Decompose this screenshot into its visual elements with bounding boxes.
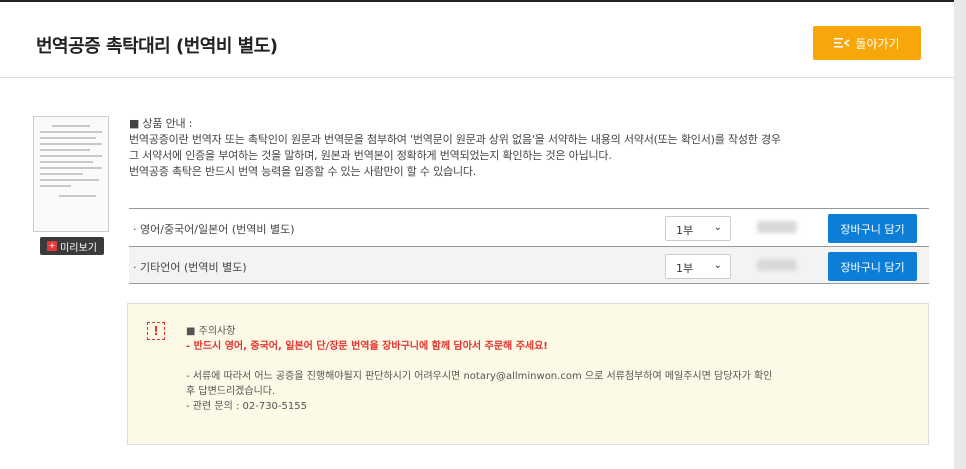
- back-button-label: 돌아가기: [855, 36, 900, 51]
- quantity-select[interactable]: 1부 ⌄: [665, 216, 731, 241]
- product-name: · 기타언어 (번역비 별도): [133, 261, 247, 274]
- notice-line: 후 답변드리겠습니다.: [186, 386, 276, 397]
- page-header: 번역공증 촉탁대리 (번역비 별도) 돌아가기: [0, 4, 954, 78]
- notice-line: - 서류에 따라서 어느 공증을 진행해야될지 판단하시기 어려우시면 nota…: [186, 371, 773, 382]
- notice-highlight: - 반드시 영어, 중국어, 일본어 단/장문 번역을 장바구니에 함께 담아서…: [186, 341, 548, 352]
- back-button[interactable]: 돌아가기: [813, 26, 921, 60]
- list-back-icon: [834, 38, 850, 48]
- notice-box: ! ■ 주의사항 - 반드시 영어, 중국어, 일본어 단/장문 번역을 장바구…: [127, 303, 929, 445]
- chevron-down-icon: ⌄: [713, 222, 722, 233]
- notice-line: - 관련 문의 : 02-730-5155: [186, 401, 307, 412]
- price-blurred: [757, 259, 797, 271]
- info-heading: ■ 상품 안내 :: [129, 117, 193, 130]
- quantity-select[interactable]: 1부 ⌄: [665, 254, 731, 279]
- info-line: 번역공증이란 번역자 또는 촉탁인이 원문과 번역문을 첨부하여 '번역문이 원…: [129, 133, 781, 146]
- document-thumbnail-content: [40, 125, 102, 223]
- quantity-value: 1부: [676, 224, 694, 237]
- info-line: 번역공증 촉탁은 반드시 번역 능력을 입증할 수 있는 사람만이 할 수 있습…: [129, 165, 477, 178]
- product-options: · 영어/중국어/일본어 (번역비 별도) 1부 ⌄ 장바구니 담기 · 기타언…: [129, 208, 929, 284]
- notice-heading: ■ 주의사항: [186, 326, 236, 337]
- chevron-down-icon: ⌄: [713, 260, 722, 271]
- document-thumbnail[interactable]: [33, 116, 109, 232]
- product-name: · 영어/중국어/일본어 (번역비 별도): [133, 223, 295, 236]
- info-line: 그 서약서에 인증을 부여하는 것을 말하며, 원본과 번역본이 정확하게 번역…: [129, 149, 612, 162]
- product-row: · 영어/중국어/일본어 (번역비 별도) 1부 ⌄ 장바구니 담기: [129, 208, 929, 246]
- scrollbar[interactable]: [954, 0, 966, 469]
- add-to-cart-button[interactable]: 장바구니 담기: [828, 214, 917, 243]
- preview-button[interactable]: + 미리보기: [40, 237, 104, 255]
- product-row: · 기타언어 (번역비 별도) 1부 ⌄ 장바구니 담기: [129, 246, 929, 284]
- preview-label: 미리보기: [60, 242, 97, 254]
- product-info: ■ 상품 안내 : 번역공증이란 번역자 또는 촉탁인이 원문과 번역문을 첨부…: [129, 116, 781, 180]
- price-blurred: [757, 221, 797, 233]
- add-to-cart-button[interactable]: 장바구니 담기: [828, 252, 917, 281]
- warning-icon: !: [147, 322, 165, 340]
- page-title: 번역공증 촉탁대리 (번역비 별도): [36, 36, 278, 57]
- quantity-value: 1부: [676, 262, 694, 275]
- product-panel: 번역공증 촉탁대리 (번역비 별도) 돌아가기 + 미리보기 ■ 상품 안내:…: [0, 0, 954, 469]
- notice-body: ■ 주의사항 - 반드시 영어, 중국어, 일본어 단/장문 번역을 장바구니에…: [186, 324, 772, 414]
- magnify-icon: +: [47, 241, 58, 251]
